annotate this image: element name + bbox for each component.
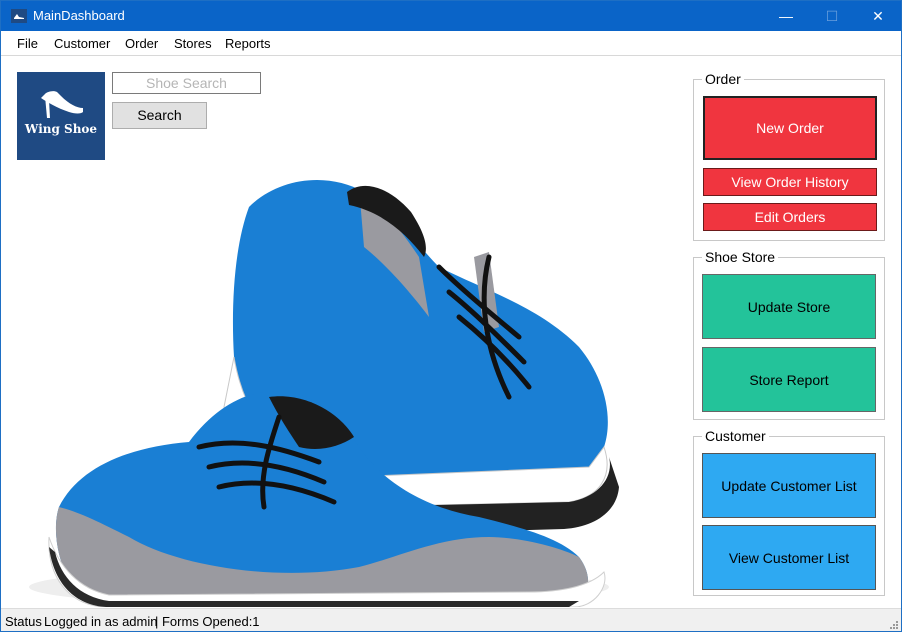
maximize-button[interactable]: ☐ [809,1,855,31]
menu-stores[interactable]: Stores [174,36,212,51]
minimize-button[interactable]: — [763,1,809,31]
shoe-search-input[interactable] [112,72,261,94]
customer-group: Customer Update Customer List View Custo… [693,428,885,596]
close-button[interactable]: ✕ [855,1,901,31]
status-forms-opened: | Forms Opened:1 [155,614,260,629]
order-group-title: Order [702,71,744,87]
window-title: MainDashboard [33,8,125,23]
main-window: MainDashboard — ☐ ✕ File Customer Order … [0,0,902,632]
update-customer-list-button[interactable]: Update Customer List [702,453,876,518]
resize-grip-icon[interactable] [889,620,899,630]
dashboard-content: Wing Shoe Search [1,57,901,608]
app-shoe-icon [11,9,27,23]
status-bar: Status Logged in as admin | Forms Opened… [1,608,901,631]
view-order-history-button[interactable]: View Order History [703,168,877,196]
customer-group-title: Customer [702,428,769,444]
menu-bar: File Customer Order Stores Reports [1,31,901,56]
store-report-button[interactable]: Store Report [702,347,876,412]
title-bar[interactable]: MainDashboard — ☐ ✕ [1,1,901,31]
edit-orders-button[interactable]: Edit Orders [703,203,877,231]
order-group: Order New Order View Order History Edit … [693,71,885,241]
status-label: Status [5,614,42,629]
status-user: Logged in as admin [44,614,158,629]
view-customer-list-button[interactable]: View Customer List [702,525,876,590]
update-store-button[interactable]: Update Store [702,274,876,339]
shoe-store-group: Shoe Store Update Store Store Report [693,249,885,420]
menu-customer[interactable]: Customer [54,36,110,51]
sneaker-image [29,180,619,607]
menu-order[interactable]: Order [125,36,158,51]
menu-file[interactable]: File [17,36,38,51]
new-order-button[interactable]: New Order [703,96,877,160]
shoe-store-group-title: Shoe Store [702,249,779,265]
menu-reports[interactable]: Reports [225,36,271,51]
